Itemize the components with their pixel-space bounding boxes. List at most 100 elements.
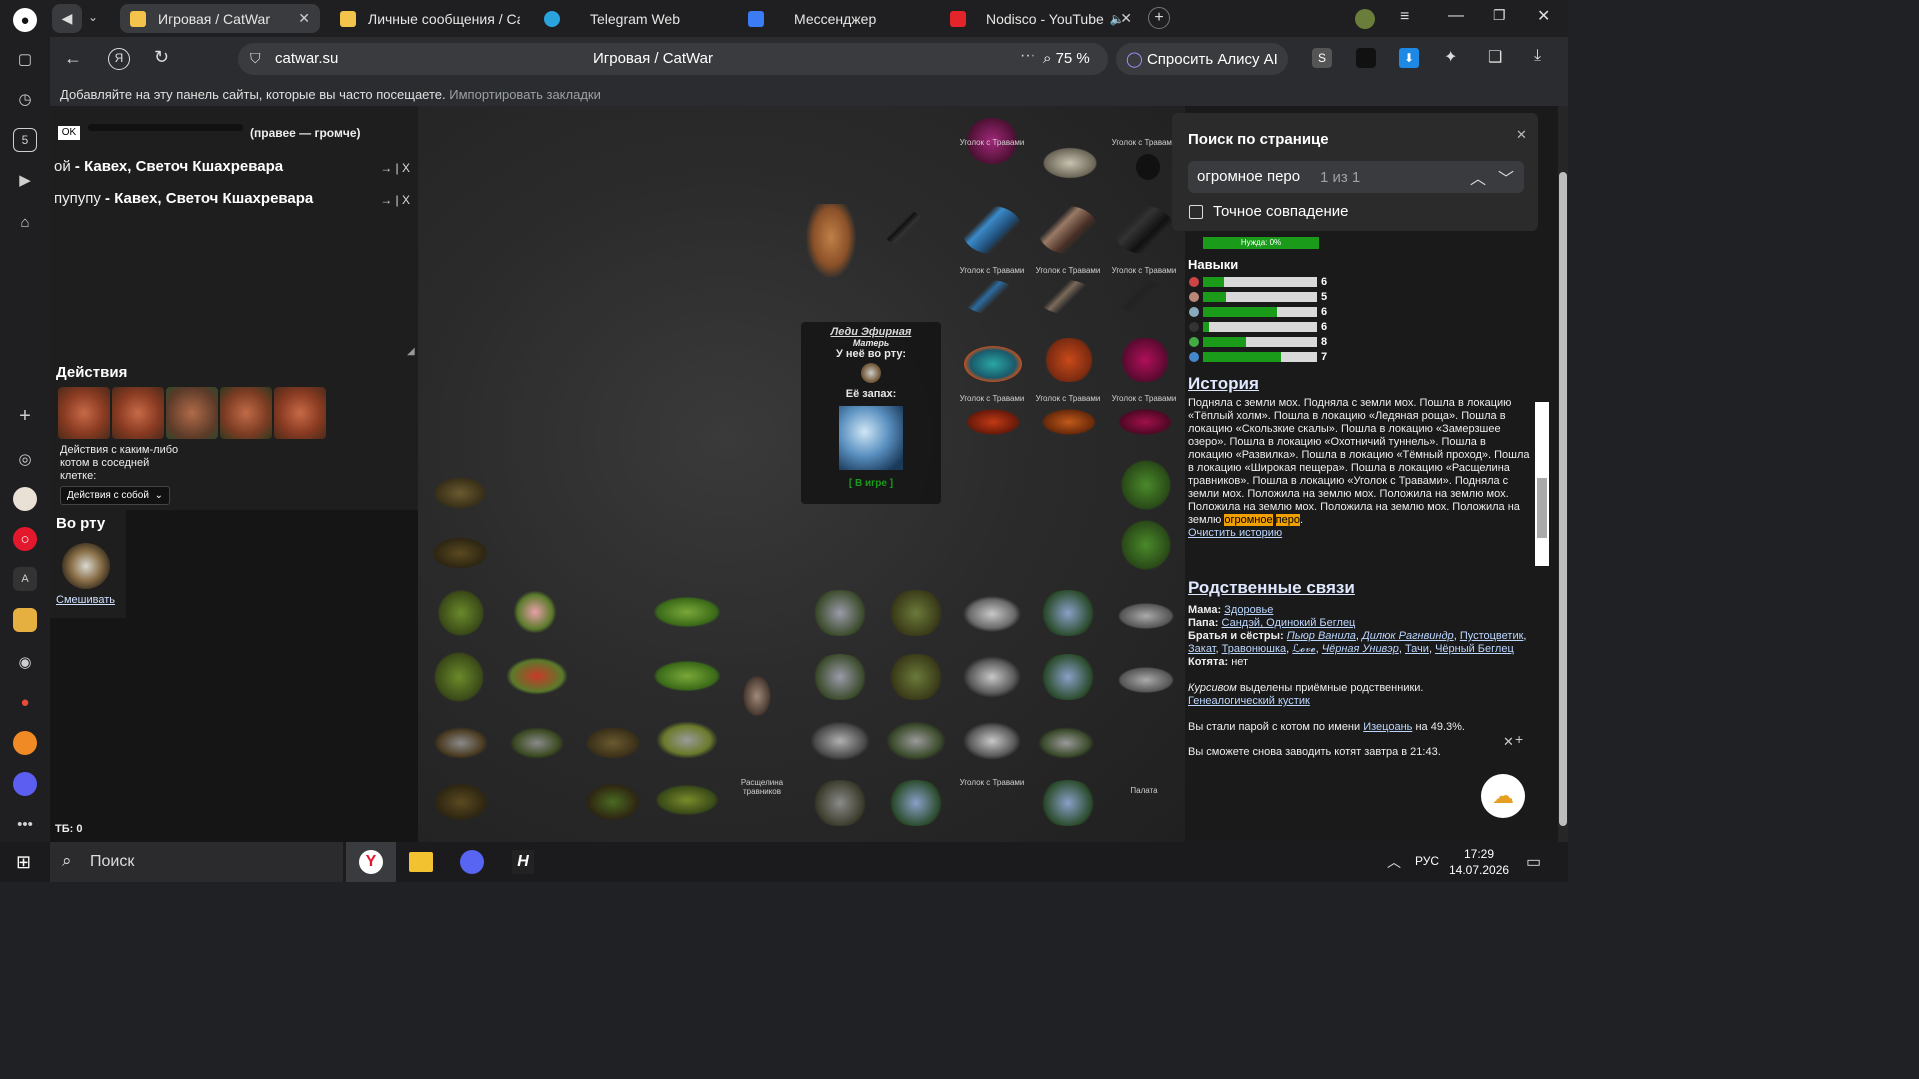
chat-author[interactable]: Кавех, Светоч Кшахревара xyxy=(84,158,283,175)
action-icon[interactable] xyxy=(112,387,164,439)
app-icon[interactable] xyxy=(13,731,37,755)
sibling-link[interactable]: Чёрный Беглец xyxy=(1435,643,1514,655)
map-cell[interactable] xyxy=(1110,520,1185,584)
map-cell[interactable] xyxy=(1034,280,1110,344)
more-icon[interactable]: ••• xyxy=(13,812,37,836)
language-indicator[interactable]: РУС xyxy=(1415,854,1439,868)
alice-button[interactable]: ◯ Спросить Алису AI xyxy=(1116,43,1288,75)
screenshot-icon[interactable]: ⌂ xyxy=(13,210,37,234)
app-icon[interactable]: ◉ xyxy=(13,650,37,674)
page-scroll-thumb[interactable] xyxy=(1559,172,1567,826)
cat-name-link[interactable]: Леди Эфирная xyxy=(801,326,941,338)
add-icon[interactable]: + xyxy=(13,404,37,428)
neighbor-select[interactable]: Действия с собой ⌄ xyxy=(60,486,170,505)
volume-slider[interactable] xyxy=(88,124,243,131)
restore-icon[interactable]: ❐ xyxy=(1493,7,1506,24)
puzzle-icon[interactable]: ✦ xyxy=(1444,47,1457,67)
map-cell[interactable] xyxy=(422,582,498,646)
history-icon[interactable]: ◷ xyxy=(13,87,37,111)
action-icon[interactable] xyxy=(58,387,110,439)
player-icon[interactable]: ▶ xyxy=(13,168,37,192)
family-tree-link[interactable]: Генеалогический кустик xyxy=(1188,695,1310,707)
clock[interactable]: 17:29 14.07.2026 xyxy=(1449,846,1509,878)
ok-button[interactable]: OK xyxy=(58,126,80,140)
downloads-icon[interactable]: ⤓ xyxy=(1534,47,1541,65)
menu-icon[interactable]: ≡ xyxy=(1400,8,1409,26)
sibling-link[interactable]: Закат xyxy=(1188,643,1216,655)
action-icon[interactable] xyxy=(166,387,218,439)
map-cell[interactable] xyxy=(1034,408,1110,472)
chat-author[interactable]: Кавех, Светоч Кшахревара xyxy=(114,190,313,207)
mix-link[interactable]: Смешивать xyxy=(56,594,115,606)
map-cell[interactable] xyxy=(952,646,1028,710)
zoom-indicator[interactable]: ⌕ 75 % xyxy=(1033,43,1108,75)
resize-handle-icon[interactable]: ◢ xyxy=(407,346,415,357)
app-icon[interactable]: A xyxy=(13,567,37,591)
close-window-icon[interactable]: ✕ xyxy=(1537,6,1550,26)
map-pin-icon[interactable]: ● xyxy=(13,690,37,714)
extension-icon[interactable] xyxy=(1356,48,1376,68)
player-cat[interactable] xyxy=(806,204,856,278)
map-cell[interactable] xyxy=(1028,582,1104,646)
tab-youtube[interactable]: Nodisco - YouTube 🔈 ✕ xyxy=(940,4,1140,33)
collections-icon[interactable]: ❑ xyxy=(1488,47,1502,67)
map-cell[interactable] xyxy=(1028,710,1104,774)
sibling-link[interactable]: ℒ𝓸𝓋𝓮 xyxy=(1292,643,1315,655)
history-scroll-thumb[interactable] xyxy=(1537,478,1547,538)
map-cell[interactable] xyxy=(1028,646,1104,710)
map-cell[interactable] xyxy=(648,582,724,646)
map-cell[interactable] xyxy=(422,710,498,774)
map-cell[interactable] xyxy=(952,710,1028,774)
map-cell[interactable] xyxy=(958,408,1034,472)
sibling-link[interactable]: Тачи xyxy=(1405,643,1429,655)
action-icon[interactable] xyxy=(274,387,326,439)
sibling-link[interactable]: Травонюшка xyxy=(1222,643,1287,655)
sibling-link[interactable]: Дилюк Рагнвиндр xyxy=(1362,630,1454,642)
location-label[interactable]: Палата xyxy=(1106,786,1182,795)
close-icon[interactable]: ✕ xyxy=(1516,127,1527,143)
chevron-up-icon[interactable]: ︿ xyxy=(1470,165,1486,189)
chat-controls[interactable]: → | X xyxy=(380,161,410,175)
history-scrollbar[interactable] xyxy=(1535,402,1549,566)
back-icon[interactable]: ← xyxy=(64,48,82,69)
download-extension-icon[interactable]: ⬇ xyxy=(1399,48,1419,68)
avatar[interactable] xyxy=(1355,9,1375,29)
papa-link[interactable]: Сандэй, Одинокий Беглец xyxy=(1222,617,1356,629)
close-icon[interactable]: ✕ xyxy=(1120,10,1132,27)
map-cell[interactable] xyxy=(876,710,952,774)
map-cell[interactable] xyxy=(1108,582,1184,646)
tab-catwar[interactable]: Игровая / CatWar ✕ xyxy=(120,4,320,33)
app-icon[interactable] xyxy=(13,772,37,796)
map-cell[interactable] xyxy=(958,204,1034,268)
extension-icon[interactable]: S xyxy=(1312,48,1332,68)
pair-link[interactable]: Изецоань xyxy=(1363,721,1412,733)
minimize-icon[interactable]: — xyxy=(1448,7,1464,25)
plus-icon[interactable]: + xyxy=(1515,731,1523,747)
tab-messenger[interactable]: Мессенджер xyxy=(738,4,928,33)
map-cell[interactable] xyxy=(952,582,1028,646)
app-icon[interactable]: ◎ xyxy=(13,447,37,471)
map-cell[interactable] xyxy=(800,774,876,838)
map-cell[interactable] xyxy=(958,280,1034,344)
map-cell[interactable] xyxy=(498,710,574,774)
map-cell[interactable] xyxy=(878,204,954,268)
map-cell[interactable] xyxy=(1028,774,1104,838)
discord-icon[interactable] xyxy=(460,850,484,874)
map-cell[interactable] xyxy=(648,646,724,710)
taskbar-search[interactable]: ⌕ Поиск xyxy=(50,842,343,882)
history-title[interactable]: История xyxy=(1188,374,1259,394)
notification-icon[interactable]: ▭ xyxy=(1526,852,1541,872)
chevron-down-icon[interactable]: ﹀ xyxy=(1498,165,1514,189)
app-icon[interactable]: ○ xyxy=(13,527,37,551)
map-cell[interactable] xyxy=(728,666,804,730)
map-cell[interactable] xyxy=(574,774,650,838)
map-cell[interactable] xyxy=(422,522,498,586)
import-bookmarks-link[interactable]: Импортировать закладки xyxy=(449,87,601,102)
explorer-icon[interactable] xyxy=(409,852,433,872)
map-cell[interactable] xyxy=(1034,142,1110,206)
five-icon[interactable]: 5 xyxy=(13,128,37,152)
map-cell[interactable] xyxy=(1034,336,1110,400)
map-cell[interactable] xyxy=(574,710,650,774)
map-cell[interactable] xyxy=(648,710,724,774)
map-cell[interactable] xyxy=(876,646,952,710)
